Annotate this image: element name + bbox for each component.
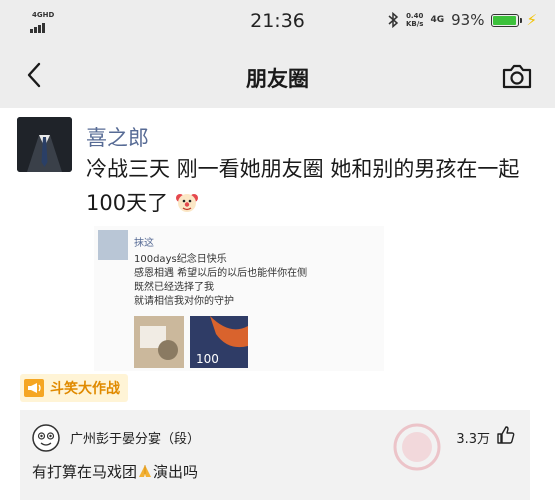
status-icons: 0.40 KB/s 4G 93% ⚡	[387, 11, 537, 29]
speed-unit: KB/s	[405, 20, 424, 28]
battery-icon	[491, 13, 523, 27]
suit-portrait-icon	[17, 117, 72, 172]
battery-percent: 93%	[451, 11, 485, 29]
embedded-line: 就请相信我对你的守护	[134, 296, 234, 307]
clown-emoji-icon	[175, 194, 198, 212]
praying-hands-icon	[139, 465, 152, 477]
comment-text-before: 有打算在马戏团	[32, 463, 138, 481]
comment-text-after: 演出吗	[153, 463, 199, 481]
commenter-avatar[interactable]	[32, 424, 60, 452]
comment-card: 广州彭于晏分宴（段） 3.3万 有打算在马戏团 演出吗	[20, 410, 530, 500]
embedded-line: 感恩相遇 希望以后的以后也能伴你在侧	[134, 268, 308, 279]
post-username[interactable]: 喜之郎	[86, 122, 149, 152]
embedded-photo	[134, 316, 184, 368]
page-title: 朋友圈	[246, 67, 309, 91]
camera-icon[interactable]	[501, 62, 533, 90]
post-image[interactable]: 抹这 100days纪念日快乐 感恩相遇 希望以后的以后也能伴你在侧 既然已经选…	[94, 226, 384, 371]
nav-bar: 朋友圈	[0, 44, 555, 108]
topic-tag-label: 斗笑大作战	[50, 381, 120, 397]
embedded-line: 既然已经选择了我	[134, 282, 214, 293]
megaphone-icon	[24, 379, 44, 397]
speed-value: 0.40	[406, 12, 424, 20]
commenter-username[interactable]: 广州彭于晏分宴（段）	[70, 428, 200, 447]
post-text: 冷战三天 刚一看她朋友圈 她和别的男孩在一起100天了	[86, 152, 536, 220]
post-text-content: 冷战三天 刚一看她朋友圈 她和别的男孩在一起100天了	[86, 157, 520, 215]
bluetooth-icon	[388, 12, 399, 28]
embedded-photo-number: 100	[196, 352, 219, 366]
network-speed: 0.40 KB/s	[406, 12, 423, 28]
network-4g: 4G	[430, 15, 445, 25]
embedded-photo: 100	[190, 316, 248, 368]
watermark-stamp-icon	[393, 423, 441, 471]
thumbs-up-icon[interactable]	[496, 425, 516, 445]
embedded-avatar	[98, 230, 128, 260]
charging-icon: ⚡	[526, 11, 537, 29]
embedded-username: 抹这	[134, 238, 154, 249]
like-count: 3.3万	[456, 432, 490, 447]
comment-text: 有打算在马戏团 演出吗	[32, 461, 198, 482]
topic-tag[interactable]: 斗笑大作战	[20, 374, 128, 402]
status-bar: 4GHD 21:36 0.40 KB/s 4G 93% ⚡	[0, 0, 555, 44]
avatar[interactable]	[17, 117, 72, 172]
embedded-line: 100days纪念日快乐	[134, 254, 227, 265]
